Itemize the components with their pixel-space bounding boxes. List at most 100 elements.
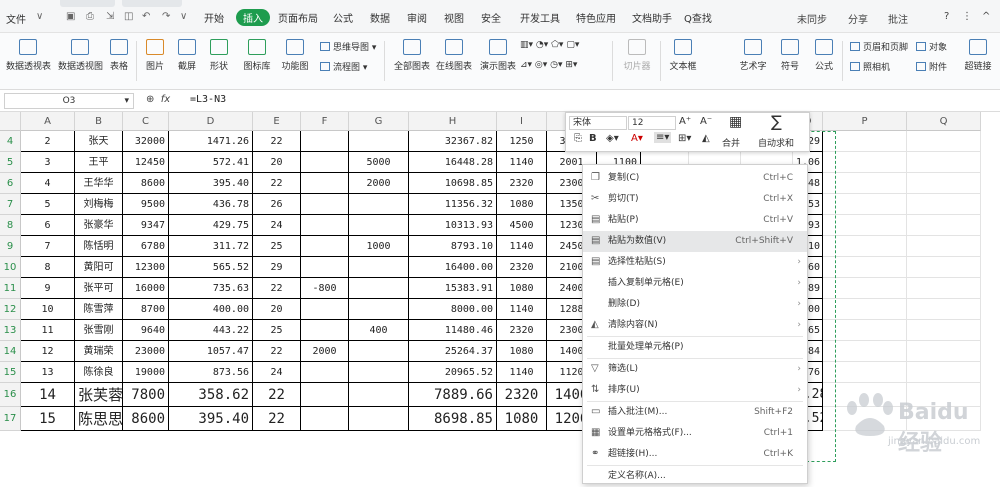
cell-d15[interactable]: 873.56 [169,362,253,383]
document-tab[interactable] [60,0,115,7]
cell-empty[interactable] [907,215,981,236]
tab-data[interactable]: 数据 [370,10,390,25]
cell-h9[interactable]: 8793.10 [409,236,497,257]
cell-d7[interactable]: 436.78 [169,194,253,215]
cell-f8[interactable] [301,215,349,236]
cell-h5[interactable]: 16448.28 [409,152,497,173]
merge-icon[interactable]: ▦ [729,114,742,130]
cell-a16[interactable]: 14 [21,383,75,407]
tab-developer[interactable]: 开发工具 [520,10,560,25]
symbol-button[interactable]: 符号 [778,39,802,72]
cell-b16[interactable]: 张芙蓉 [75,383,123,407]
export-icon[interactable]: ⇲ [106,11,114,22]
cell-g5[interactable]: 5000 [349,152,409,173]
cell-e7[interactable]: 26 [253,194,301,215]
menu-chevron-icon[interactable]: ∨ [36,11,43,22]
cell-e9[interactable]: 25 [253,236,301,257]
hyperlink-button[interactable]: 超链接 [960,39,996,72]
tab-features[interactable]: 特色应用 [576,10,616,25]
menu-item-13[interactable]: ▦ 设置单元格格式(F)... Ctrl+1 [583,423,807,444]
cell-b9[interactable]: 陈恬明 [75,236,123,257]
cell-b12[interactable]: 陈雪萍 [75,299,123,320]
redo-icon[interactable]: ↷ [162,11,170,22]
column-header-e[interactable]: E [253,112,301,131]
column-header-f[interactable]: F [301,112,349,131]
align-icon[interactable]: ≡▾ [654,132,672,143]
row-header-11[interactable]: 11 [0,278,21,299]
cell-g13[interactable]: 400 [349,320,409,341]
menu-item-10[interactable]: ▽ 筛选(L) › [583,359,807,380]
equation-button[interactable]: 公式 [812,39,836,72]
menu-item-1[interactable]: ❐ 复制(C) Ctrl+C [583,168,807,189]
cell-c7[interactable]: 9500 [123,194,169,215]
cell-b8[interactable]: 张豪华 [75,215,123,236]
menu-item-8[interactable]: ◭ 清除内容(N) › [583,315,807,336]
slicer-button[interactable]: 切片器 [620,39,654,72]
cell-b6[interactable]: 王华华 [75,173,123,194]
menu-item-14[interactable]: ⚭ 超链接(H)... Ctrl+K [583,444,807,465]
cell-g15[interactable] [349,362,409,383]
row-header-13[interactable]: 13 [0,320,21,341]
sync-status[interactable]: 未同步 [797,11,827,26]
table-button[interactable]: 表格 [108,39,130,72]
share-button[interactable]: 分享 [848,11,868,26]
column-header-g[interactable]: G [349,112,409,131]
cell-empty[interactable] [907,299,981,320]
tab-insert[interactable]: 插入 [236,9,270,26]
cell-empty[interactable] [907,194,981,215]
picture-button[interactable]: 图片 [144,39,166,72]
cell-a15[interactable]: 13 [21,362,75,383]
cell-d11[interactable]: 735.63 [169,278,253,299]
cell-f6[interactable] [301,173,349,194]
grow-font-icon[interactable]: A⁺ [679,116,691,127]
cell-f13[interactable] [301,320,349,341]
object-button[interactable]: 对象 [916,40,947,53]
chevron-down-icon[interactable]: ▾ [124,94,129,108]
wordart-button[interactable]: 艺术字 [736,39,770,72]
menu-item-11[interactable]: ⇅ 排序(U) › [583,380,807,401]
pivot-chart-button[interactable]: 数据透视图 [58,39,103,72]
document-tab[interactable] [122,0,182,7]
cell-h15[interactable]: 20965.52 [409,362,497,383]
column-header-c[interactable]: C [123,112,169,131]
cell-e12[interactable]: 20 [253,299,301,320]
row-header-6[interactable]: 6 [0,173,21,194]
column-header-b[interactable]: B [75,112,123,131]
row-header-10[interactable]: 10 [0,257,21,278]
merge-label[interactable]: 合并 [722,136,740,149]
cell-h7[interactable]: 11356.32 [409,194,497,215]
cell-h10[interactable]: 16400.00 [409,257,497,278]
cell-g12[interactable] [349,299,409,320]
tab-home[interactable]: 开始 [204,10,224,25]
cell-b11[interactable]: 张平可 [75,278,123,299]
cell-f14[interactable]: 2000 [301,341,349,362]
file-menu[interactable]: 文件 [6,11,26,26]
tab-page-layout[interactable]: 页面布局 [278,10,318,25]
cell-i12[interactable]: 1140 [497,299,547,320]
cell-a13[interactable]: 11 [21,320,75,341]
cell-i8[interactable]: 4500 [497,215,547,236]
cell-e4[interactable]: 22 [253,131,301,152]
icon-library-button[interactable]: 图标库 [243,39,271,72]
cell-empty[interactable] [907,320,981,341]
cell-f10[interactable] [301,257,349,278]
cell-c11[interactable]: 16000 [123,278,169,299]
cell-d8[interactable]: 429.75 [169,215,253,236]
cell-h16[interactable]: 7889.66 [409,383,497,407]
cell-c15[interactable]: 19000 [123,362,169,383]
cell-g4[interactable] [349,131,409,152]
all-charts-button[interactable]: 全部图表 [392,39,432,72]
undo-icon[interactable]: ↶ [142,11,150,22]
cell-a6[interactable]: 4 [21,173,75,194]
shapes-button[interactable]: 形状 [208,39,230,72]
print-icon[interactable]: ⎙ [86,11,94,22]
cell-h6[interactable]: 10698.85 [409,173,497,194]
cell-empty[interactable] [907,362,981,383]
border-icon[interactable]: ⊞▾ [678,133,691,144]
column-header-q[interactable]: Q [907,112,981,131]
row-header-14[interactable]: 14 [0,341,21,362]
cell-i4[interactable]: 1250 [497,131,547,152]
chart-types-row-1[interactable]: ▥▾ ◔▾ ⬠▾ ▢▾ [520,40,579,50]
cell-e10[interactable]: 29 [253,257,301,278]
camera-button[interactable]: 照相机 [850,60,890,73]
